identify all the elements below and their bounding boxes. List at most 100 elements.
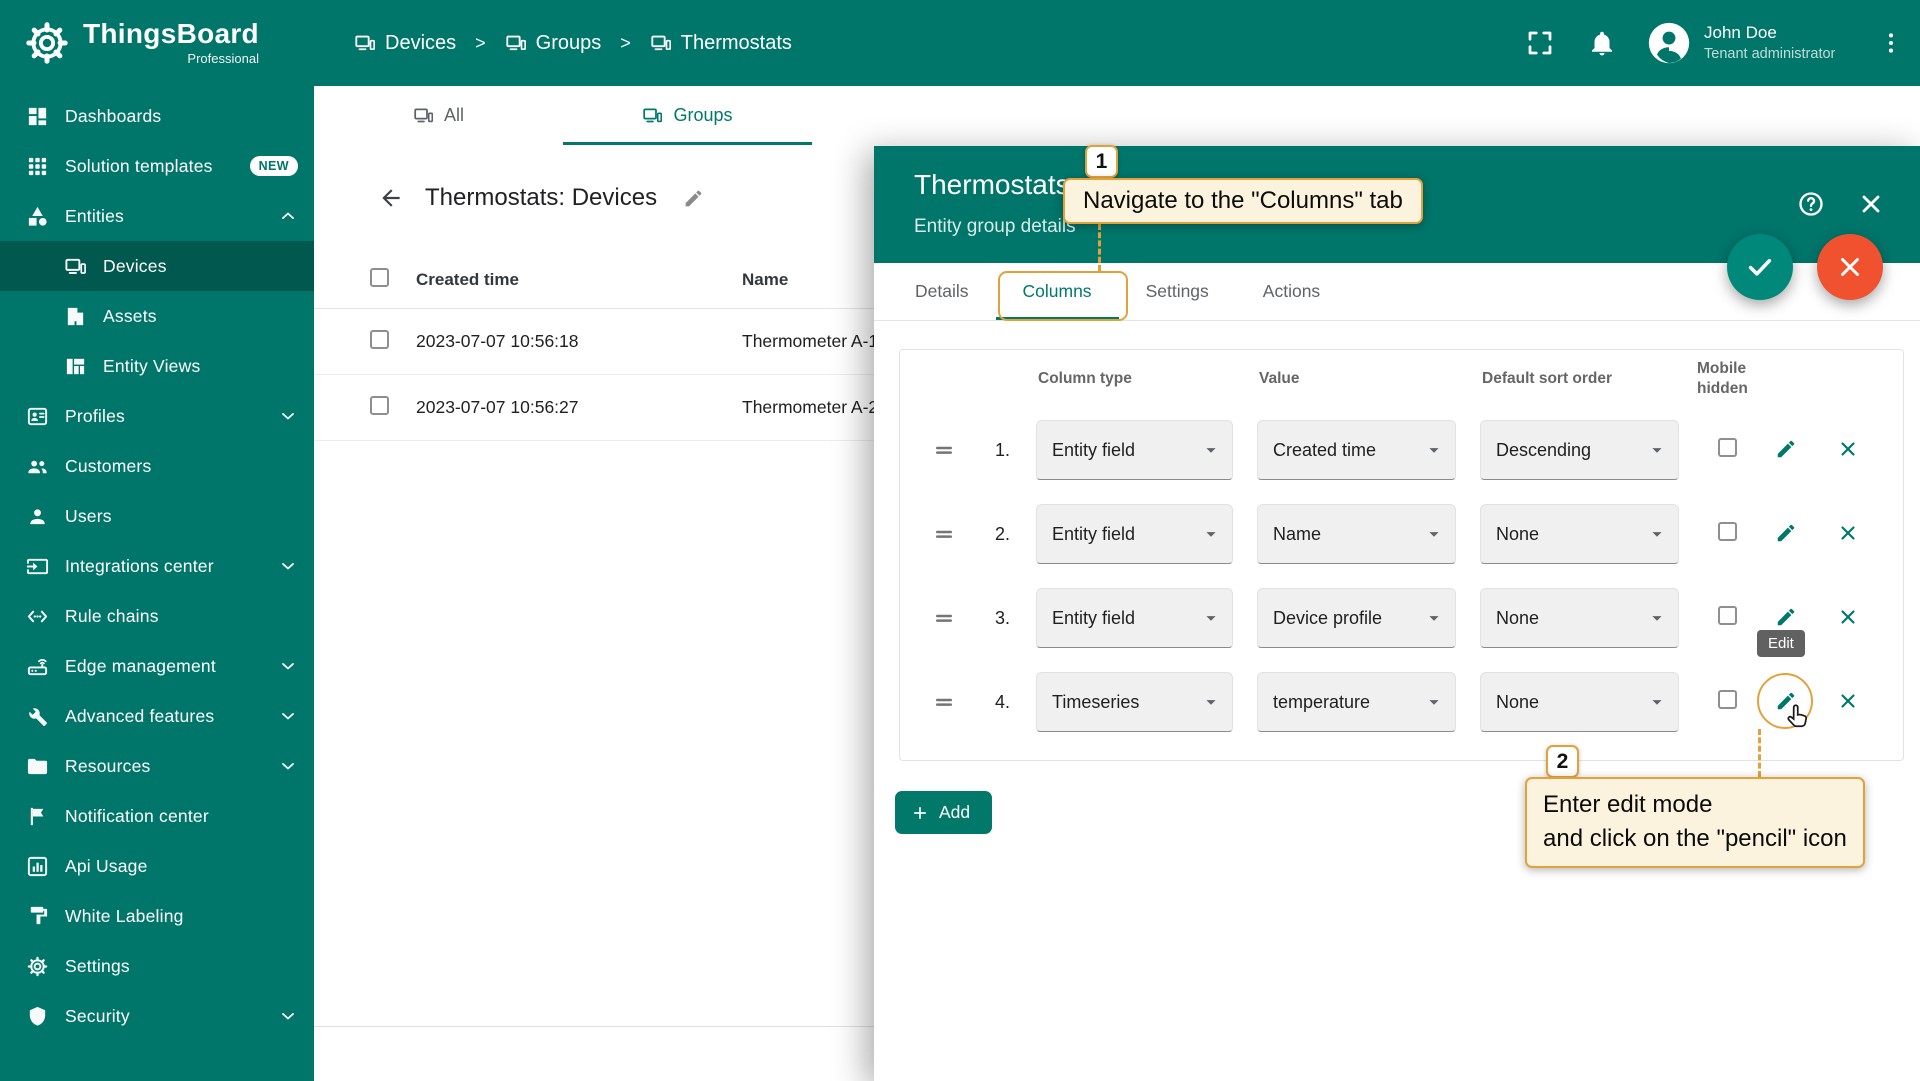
- columns-table: Column type Value Default sort order Mob…: [899, 349, 1904, 761]
- back-arrow-icon: [378, 185, 404, 211]
- mobile-hidden-checkbox[interactable]: [1718, 438, 1737, 457]
- sidebar: Dashboards Solution templates NEW Entiti…: [0, 86, 314, 1081]
- sidebar-item-api-usage[interactable]: Api Usage: [0, 841, 314, 891]
- column-header-created-time[interactable]: Created time: [416, 270, 742, 290]
- back-button[interactable]: [376, 183, 406, 213]
- discard-changes-fab[interactable]: [1817, 234, 1883, 300]
- column-type-select[interactable]: Entity field: [1036, 420, 1233, 480]
- value-select[interactable]: Name: [1257, 504, 1456, 564]
- page-title: Thermostats: Devices: [425, 184, 657, 212]
- sidebar-item-rule-chains[interactable]: Rule chains: [0, 591, 314, 641]
- column-type-select[interactable]: Timeseries: [1036, 672, 1233, 732]
- column-row-device-profile: 3. Entity field Device profile None: [900, 576, 1903, 660]
- tab-columns[interactable]: Columns: [996, 263, 1119, 320]
- caret-down-icon: [1200, 439, 1222, 461]
- breadcrumb-item-thermostats[interactable]: Thermostats >: [650, 32, 792, 55]
- avatar[interactable]: [1647, 21, 1691, 65]
- column-type-select[interactable]: Entity field: [1036, 588, 1233, 648]
- resources-icon: [26, 755, 49, 778]
- users-icon: [26, 505, 49, 528]
- columns-table-header: Column type Value Default sort order Mob…: [900, 350, 1903, 408]
- edit-group-name-button[interactable]: [680, 185, 706, 211]
- edit-column-button[interactable]: [1771, 603, 1801, 633]
- mobile-hidden-checkbox[interactable]: [1718, 690, 1737, 709]
- close-icon: [1837, 438, 1859, 460]
- sort-order-select[interactable]: Descending: [1480, 420, 1679, 480]
- caret-down-icon: [1200, 691, 1222, 713]
- remove-column-button[interactable]: [1833, 687, 1863, 717]
- remove-column-button[interactable]: [1833, 519, 1863, 549]
- sidebar-item-edge-management[interactable]: Edge management: [0, 641, 314, 691]
- help-button[interactable]: [1797, 190, 1825, 218]
- brand-logo[interactable]: ThingsBoard Professional: [0, 20, 314, 66]
- sidebar-item-notification-center[interactable]: Notification center: [0, 791, 314, 841]
- sort-order-select[interactable]: None: [1480, 672, 1679, 732]
- sidebar-item-advanced-features[interactable]: Advanced features: [0, 691, 314, 741]
- sidebar-item-entities[interactable]: Entities: [0, 191, 314, 241]
- settings-icon: [26, 955, 49, 978]
- fullscreen-button[interactable]: [1525, 28, 1555, 58]
- sidebar-item-profiles[interactable]: Profiles: [0, 391, 314, 441]
- api-usage-icon: [26, 855, 49, 878]
- tab-settings[interactable]: Settings: [1119, 263, 1236, 320]
- column-row-temperature: 4. Timeseries temperature None: [900, 660, 1903, 744]
- select-all-checkbox[interactable]: [370, 268, 389, 287]
- panel-close-button[interactable]: [1857, 190, 1885, 218]
- sidebar-item-resources[interactable]: Resources: [0, 741, 314, 791]
- mobile-hidden-checkbox[interactable]: [1718, 522, 1737, 541]
- sidebar-item-security[interactable]: Security: [0, 991, 314, 1041]
- tab-details[interactable]: Details: [888, 263, 996, 320]
- sidebar-item-devices[interactable]: Devices: [0, 241, 314, 291]
- white-labeling-icon: [26, 905, 49, 928]
- sidebar-item-white-labeling[interactable]: White Labeling: [0, 891, 314, 941]
- caret-down-icon: [1423, 523, 1445, 545]
- column-type-select[interactable]: Entity field: [1036, 504, 1233, 564]
- tab-all[interactable]: All: [314, 86, 563, 145]
- add-column-button[interactable]: Add: [895, 791, 992, 834]
- value-select[interactable]: Created time: [1257, 420, 1456, 480]
- drag-handle-icon[interactable]: [932, 438, 956, 462]
- edit-column-button[interactable]: [1771, 435, 1801, 465]
- row-checkbox[interactable]: [370, 396, 389, 415]
- breadcrumb-item-groups[interactable]: Groups >: [505, 32, 650, 55]
- tab-actions[interactable]: Actions: [1236, 263, 1347, 320]
- value-select[interactable]: Device profile: [1257, 588, 1456, 648]
- brand-tagline: Professional: [83, 51, 259, 66]
- notifications-button[interactable]: [1587, 28, 1617, 58]
- edit-column-button[interactable]: [1771, 519, 1801, 549]
- sidebar-item-settings[interactable]: Settings: [0, 941, 314, 991]
- apply-changes-fab[interactable]: [1727, 234, 1793, 300]
- drag-handle-icon[interactable]: [932, 606, 956, 630]
- row-checkbox[interactable]: [370, 330, 389, 349]
- mobile-hidden-checkbox[interactable]: [1718, 606, 1737, 625]
- drag-handle-icon[interactable]: [932, 522, 956, 546]
- sidebar-item-customers[interactable]: Customers: [0, 441, 314, 491]
- header-column-type: Column type: [1018, 370, 1239, 388]
- sidebar-item-users[interactable]: Users: [0, 491, 314, 541]
- breadcrumb-item-devices[interactable]: Devices >: [354, 32, 505, 55]
- check-icon: [1745, 252, 1775, 282]
- entity-scope-tabs: All Groups: [314, 86, 1920, 145]
- sidebar-item-entity-views[interactable]: Entity Views: [0, 341, 314, 391]
- remove-column-button[interactable]: [1833, 603, 1863, 633]
- sidebar-item-integrations-center[interactable]: Integrations center: [0, 541, 314, 591]
- value-select[interactable]: temperature: [1257, 672, 1456, 732]
- close-icon: [1837, 522, 1859, 544]
- edit-column-button[interactable]: [1771, 687, 1801, 717]
- sidebar-item-solution-templates[interactable]: Solution templates NEW: [0, 141, 314, 191]
- devices-icon: [354, 32, 376, 54]
- edit-pencil-icon: [1775, 438, 1797, 460]
- tab-groups[interactable]: Groups: [563, 86, 812, 145]
- sidebar-item-dashboards[interactable]: Dashboards: [0, 91, 314, 141]
- devices-icon: [650, 32, 672, 54]
- sort-order-select[interactable]: None: [1480, 588, 1679, 648]
- drag-handle-icon[interactable]: [932, 690, 956, 714]
- edit-pencil-icon: [1775, 606, 1797, 628]
- sort-order-select[interactable]: None: [1480, 504, 1679, 564]
- column-row-name: 2. Entity field Name None: [900, 492, 1903, 576]
- entities-icon: [26, 205, 49, 228]
- sidebar-item-assets[interactable]: Assets: [0, 291, 314, 341]
- user-menu-button[interactable]: [1878, 30, 1904, 56]
- new-badge: NEW: [250, 156, 298, 176]
- remove-column-button[interactable]: [1833, 435, 1863, 465]
